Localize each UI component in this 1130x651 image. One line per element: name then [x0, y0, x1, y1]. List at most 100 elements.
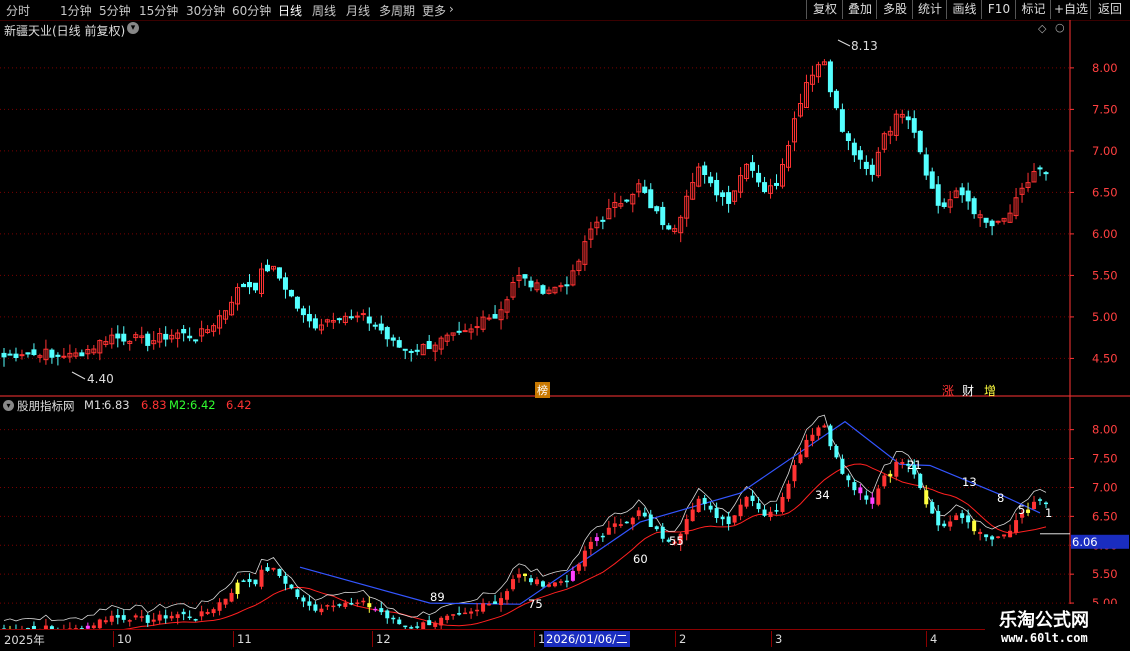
indicator-body	[810, 434, 815, 442]
indicator-body	[157, 614, 162, 621]
indicator-body	[115, 615, 120, 618]
indicator-lines	[3, 414, 1047, 636]
candle-body	[1043, 172, 1049, 175]
watermark-url: www.60lt.com	[1001, 631, 1088, 645]
indicator-body	[313, 604, 318, 611]
candle-body	[282, 277, 288, 290]
indicator-body	[379, 608, 384, 613]
zeng-badge[interactable]: 增	[984, 382, 996, 399]
indicator-body	[816, 427, 821, 436]
candle-body	[845, 133, 851, 141]
indicator-body	[181, 611, 186, 615]
low-annotation: 4.40	[87, 372, 114, 386]
candle-body	[426, 340, 432, 350]
indicator-body	[636, 510, 641, 517]
indicator-body	[924, 490, 929, 505]
indicator-body	[744, 496, 749, 507]
indicator-body	[193, 619, 198, 621]
watermark-title: 乐淘公式网	[999, 610, 1089, 631]
indicator-body	[517, 574, 522, 578]
indicator-body	[121, 615, 126, 620]
indicator-body	[606, 527, 611, 535]
candle-body	[276, 267, 282, 279]
candle-body	[288, 289, 294, 297]
high-pointer	[837, 39, 851, 47]
indicator-body	[774, 510, 779, 512]
indicator-body	[1044, 502, 1048, 505]
annotations: 8.13 4.40 89 75 60 55 34 21 13 85 1 6.06	[71, 39, 1129, 611]
indicator-body	[552, 582, 557, 587]
y-tick-label: 5.00	[1092, 310, 1118, 324]
zhang-badge[interactable]: 涨	[942, 382, 954, 399]
indicator-body	[331, 605, 336, 608]
indicator-body	[864, 495, 869, 500]
indicator-label: 5	[1018, 503, 1025, 517]
indicator-body	[834, 445, 839, 458]
date-label-nov: 11	[237, 632, 252, 646]
candle-body	[55, 354, 61, 357]
candle-body	[384, 327, 390, 340]
date-label-2025: 2025年	[4, 633, 45, 647]
indicator-label: 1	[1045, 506, 1052, 520]
indicator-body	[876, 488, 881, 505]
indicator-body	[289, 584, 294, 589]
candle-body	[396, 340, 402, 348]
candle-body	[456, 330, 462, 333]
indicator-body	[475, 609, 480, 612]
candle-body	[61, 355, 67, 358]
y-tick-label: 4.50	[1092, 351, 1118, 365]
indicator-label: 75	[528, 597, 543, 611]
cai-badge[interactable]: 财	[962, 382, 974, 399]
indicator-body	[145, 615, 150, 623]
indicator-body	[265, 567, 270, 571]
indicator-label: 34	[815, 488, 830, 502]
candle-body	[300, 308, 306, 316]
candle-body	[360, 313, 366, 316]
indicator-body	[894, 461, 899, 477]
candle-body	[264, 264, 270, 272]
indicator-body	[451, 614, 456, 616]
y-tick-label: 5.50	[1092, 268, 1118, 282]
candle-body	[348, 316, 354, 319]
candle-body	[163, 333, 169, 340]
indicator-label: 21	[907, 458, 922, 472]
candle-body	[869, 164, 875, 175]
indicator-body	[612, 523, 617, 527]
indicator-body	[385, 610, 390, 619]
indicator-body	[840, 458, 845, 474]
candle-body	[756, 172, 762, 183]
indicator-body	[846, 475, 851, 481]
candle-body	[624, 199, 630, 202]
candle-body	[989, 220, 995, 227]
candle-body	[1, 352, 7, 358]
indicator-body	[600, 535, 605, 538]
indicator-body	[624, 521, 629, 524]
candle-body	[750, 162, 756, 171]
bang-badge[interactable]: 榜	[535, 382, 550, 398]
y-tick-label: 7.00	[1092, 144, 1118, 158]
indicator-body	[822, 425, 827, 428]
candle-body	[7, 353, 13, 356]
y-axis-ticks: 4.505.005.506.006.507.007.508.005.005.50…	[1070, 61, 1118, 610]
candle-body	[193, 339, 199, 342]
indicator-body	[936, 511, 941, 526]
indicator-label: 8	[997, 491, 1004, 505]
indicator-body	[888, 473, 893, 477]
candle-body	[726, 192, 732, 204]
indicator-body	[750, 495, 755, 502]
candle-body	[1037, 167, 1043, 170]
indicator-body	[804, 439, 809, 458]
date-label-feb: 2	[679, 632, 687, 646]
indicator-body	[798, 454, 803, 464]
candle-body	[564, 284, 570, 287]
indicator-body	[786, 483, 791, 499]
candle-body	[839, 109, 845, 132]
y-tick-label: 8.00	[1092, 61, 1118, 75]
indicator-body	[1032, 501, 1037, 510]
indicator-body	[756, 503, 761, 510]
indicator-body	[582, 550, 587, 567]
indicator-body	[433, 622, 438, 627]
indicator-body	[630, 517, 635, 525]
indicator-body	[708, 505, 713, 510]
indicator-body	[738, 504, 743, 517]
